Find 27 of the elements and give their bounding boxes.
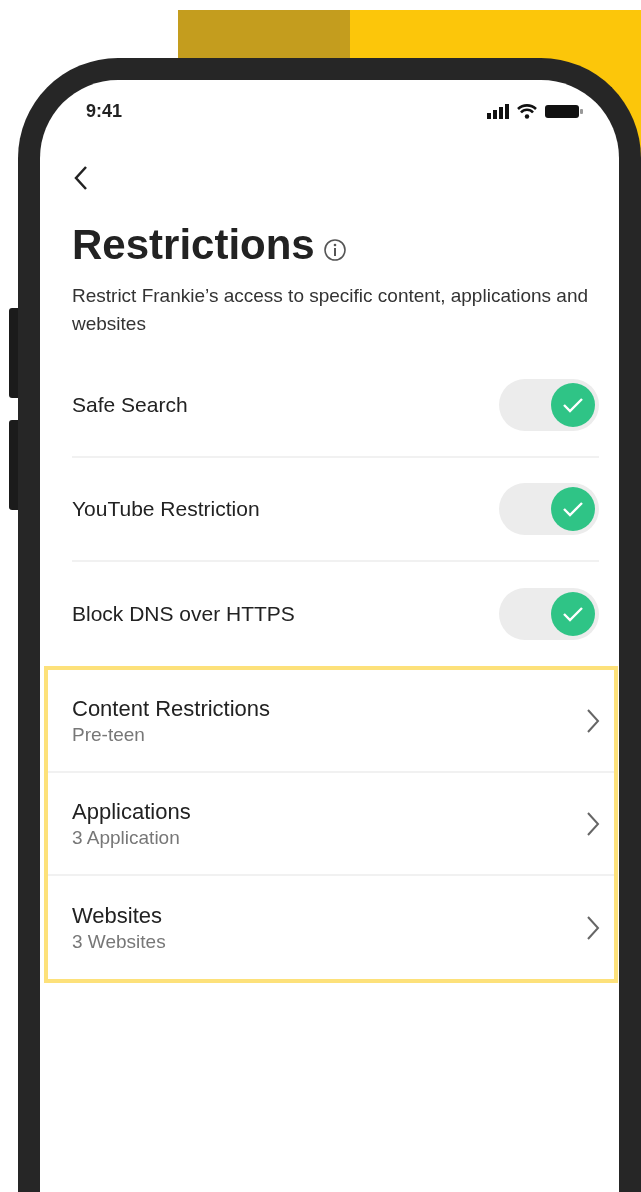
back-button[interactable] — [72, 164, 90, 192]
menu-row[interactable]: Applications 3 Application — [48, 773, 614, 876]
setting-label: Block DNS over HTTPS — [72, 601, 295, 628]
row-subtitle: Pre-teen — [72, 722, 146, 747]
info-icon[interactable] — [322, 238, 347, 262]
setting-label: YouTube Restriction — [72, 496, 260, 523]
check-icon — [561, 605, 585, 623]
row-title: Websites — [72, 901, 164, 930]
back-icon — [72, 164, 90, 192]
toggle-switch[interactable] — [499, 379, 599, 431]
check-icon — [561, 396, 585, 414]
toggle-switch[interactable] — [499, 588, 599, 640]
row-subtitle: 3 Websites — [72, 929, 166, 954]
chevron-right-icon — [586, 914, 600, 941]
check-icon — [561, 500, 585, 518]
page-title: Restrictions — [72, 224, 315, 266]
status-time: 9:41 — [86, 100, 123, 122]
menu-row[interactable]: Websites 3 Websites — [48, 876, 614, 979]
menu-row[interactable]: Content Restrictions Pre-teen — [48, 670, 614, 773]
row-title: Content Restrictions — [72, 694, 271, 723]
toggle-switch[interactable] — [499, 483, 599, 535]
row-subtitle: 3 Application — [72, 825, 181, 850]
setting-label: Safe Search — [72, 392, 188, 419]
chevron-right-icon — [586, 810, 600, 837]
page-description: Restrict Frankie’s access to specific content, applications and websites — [72, 284, 590, 336]
row-title: Applications — [72, 797, 191, 826]
chevron-right-icon — [586, 707, 600, 734]
